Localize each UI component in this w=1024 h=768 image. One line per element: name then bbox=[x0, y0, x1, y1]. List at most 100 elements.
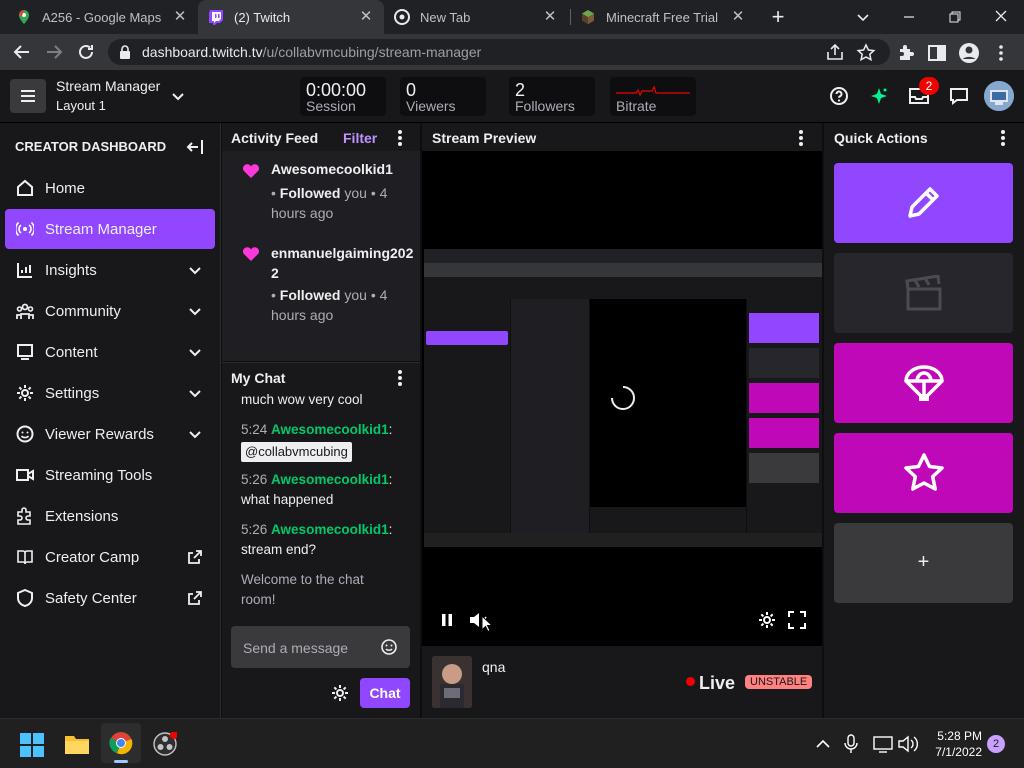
chart-icon bbox=[17, 263, 32, 278]
camera-icon bbox=[16, 469, 34, 481]
close-tab-icon[interactable]: ✕ bbox=[172, 9, 188, 25]
browser-tab-twitch[interactable]: (2) Twitch ✕ bbox=[198, 0, 384, 34]
puzzle-icon bbox=[17, 507, 31, 525]
windows-start-icon[interactable] bbox=[20, 733, 44, 757]
tab-search-icon[interactable] bbox=[855, 9, 871, 25]
highlight-star-button[interactable] bbox=[834, 433, 1013, 513]
edit-stream-info-button[interactable] bbox=[834, 163, 1013, 243]
profile-icon[interactable] bbox=[958, 42, 980, 64]
sidebar-item-stream-manager[interactable]: Stream Manager bbox=[5, 209, 215, 249]
sidebar-item-creator-camp[interactable]: Creator Camp bbox=[5, 537, 215, 577]
extensions-icon[interactable] bbox=[895, 42, 917, 64]
stream-title[interactable]: qna bbox=[482, 659, 505, 675]
minimize-icon[interactable] bbox=[901, 9, 917, 25]
activity-event[interactable]: Awesomecoolkid1 • Followed you • 4 hours… bbox=[222, 161, 420, 239]
chat-settings-icon[interactable] bbox=[331, 684, 349, 702]
sidebar-item-insights[interactable]: Insights bbox=[5, 250, 215, 290]
restore-icon[interactable] bbox=[947, 9, 963, 25]
event-action: Followed bbox=[279, 287, 341, 303]
speaker-icon[interactable] bbox=[898, 735, 918, 753]
sidebar-item-home[interactable]: Home bbox=[5, 168, 215, 208]
message-text: what happened bbox=[241, 492, 334, 507]
menu-button[interactable] bbox=[10, 79, 46, 113]
browser-menu-icon[interactable] bbox=[990, 42, 1012, 64]
streamer-photo bbox=[432, 656, 472, 708]
obs-icon[interactable] bbox=[153, 732, 177, 756]
chrome-taskbar-button[interactable] bbox=[101, 723, 141, 763]
message-user[interactable]: Awesomecoolkid1 bbox=[271, 422, 389, 437]
help-icon[interactable] bbox=[829, 86, 849, 106]
pause-icon[interactable] bbox=[440, 613, 454, 627]
fullscreen-icon[interactable] bbox=[788, 611, 806, 629]
chat-input[interactable]: Send a message bbox=[231, 626, 410, 668]
message-user[interactable]: Awesomecoolkid1 bbox=[271, 522, 389, 537]
emote-icon[interactable] bbox=[380, 638, 398, 656]
activity-menu-icon[interactable] bbox=[398, 130, 402, 146]
network-icon[interactable] bbox=[873, 735, 893, 753]
activity-event[interactable]: enmanuelgaiming202 2 • Followed you • 4 … bbox=[222, 243, 420, 343]
close-tab-icon[interactable]: ✕ bbox=[358, 9, 374, 25]
sidebar-item-label: Viewer Rewards bbox=[45, 426, 154, 443]
filter-link[interactable]: Filter bbox=[343, 130, 377, 146]
close-window-icon[interactable] bbox=[993, 8, 1009, 24]
tab-title: (2) Twitch bbox=[234, 9, 291, 25]
clock-date[interactable]: 7/1/2022 bbox=[928, 745, 982, 759]
layout-chevron-icon[interactable] bbox=[170, 88, 186, 104]
close-tab-icon[interactable]: ✕ bbox=[542, 9, 558, 25]
broadcast-icon bbox=[16, 221, 34, 237]
mini-action-pink2 bbox=[749, 418, 819, 448]
browser-tab-new-tab[interactable]: New Tab ✕ bbox=[384, 0, 568, 34]
chat-send-button[interactable]: Chat bbox=[360, 678, 410, 708]
sidebar-item-streaming-tools[interactable]: Streaming Tools bbox=[5, 455, 215, 495]
sidebar-item-community[interactable]: Community bbox=[5, 291, 215, 331]
mini-action-add bbox=[749, 453, 819, 483]
collapse-sidebar-icon[interactable] bbox=[186, 138, 204, 156]
microphone-icon[interactable] bbox=[843, 734, 859, 754]
bookmark-star-icon[interactable] bbox=[855, 42, 877, 64]
player-settings-icon[interactable] bbox=[758, 611, 776, 629]
avatar[interactable] bbox=[984, 81, 1014, 111]
sidebar-item-settings[interactable]: Settings bbox=[5, 373, 215, 413]
sidebar-item-extensions[interactable]: Extensions bbox=[5, 496, 215, 536]
back-icon[interactable] bbox=[11, 41, 33, 63]
activity-feed: Awesomecoolkid1 • Followed you • 4 hours… bbox=[222, 151, 420, 361]
bitrate-graph bbox=[616, 85, 690, 97]
forward-icon[interactable] bbox=[43, 41, 65, 63]
chrome-icon bbox=[394, 9, 410, 25]
new-tab-button[interactable]: + bbox=[768, 6, 788, 28]
whispers-icon[interactable] bbox=[949, 86, 969, 106]
notification-badge: 2 bbox=[919, 77, 939, 95]
drop-button[interactable] bbox=[834, 343, 1013, 423]
share-icon[interactable] bbox=[824, 42, 846, 64]
browser-tab-minecraft[interactable]: Minecraft Free Trial | M ✕ bbox=[570, 0, 756, 34]
sparkle-icon[interactable] bbox=[868, 85, 890, 107]
chevron-up-icon[interactable] bbox=[815, 737, 831, 751]
file-explorer-icon[interactable] bbox=[64, 732, 90, 756]
tab-title: A256 - Google Maps bbox=[42, 9, 162, 25]
reload-icon[interactable] bbox=[75, 41, 97, 63]
clock-time[interactable]: 5:28 PM bbox=[934, 729, 982, 743]
notification-center-badge[interactable]: 2 bbox=[987, 735, 1005, 753]
stat-viewers: 0 Viewers bbox=[400, 77, 486, 116]
add-quick-action-button[interactable]: + bbox=[834, 523, 1013, 603]
message-user[interactable]: Awesomecoolkid1 bbox=[271, 472, 389, 487]
close-tab-icon[interactable]: ✕ bbox=[730, 9, 746, 25]
unstable-badge: UNSTABLE bbox=[745, 675, 813, 689]
preview-menu-icon[interactable] bbox=[799, 130, 803, 146]
side-panel-icon[interactable] bbox=[926, 42, 948, 64]
create-clip-button[interactable] bbox=[834, 253, 1013, 333]
stream-preview-player[interactable] bbox=[422, 151, 822, 646]
follower-name-line2: 2 bbox=[271, 265, 279, 281]
quick-actions-menu-icon[interactable] bbox=[1001, 130, 1005, 146]
external-link-icon bbox=[188, 591, 202, 605]
sidebar-item-safety-center[interactable]: Safety Center bbox=[5, 578, 215, 618]
sidebar-item-label: Stream Manager bbox=[45, 221, 157, 238]
message-text: stream end? bbox=[241, 542, 317, 557]
mention-chip[interactable]: @collabvmcubing bbox=[241, 442, 352, 462]
sidebar-item-content[interactable]: Content bbox=[5, 332, 215, 372]
chat-menu-icon[interactable] bbox=[398, 370, 402, 386]
url-text: dashboard.twitch.tv/u/collabvmcubing/str… bbox=[142, 44, 481, 60]
browser-tab-google-maps[interactable]: A256 - Google Maps ✕ bbox=[6, 0, 198, 34]
lock-icon[interactable] bbox=[118, 44, 132, 60]
sidebar-item-viewer-rewards[interactable]: Viewer Rewards bbox=[5, 414, 215, 454]
